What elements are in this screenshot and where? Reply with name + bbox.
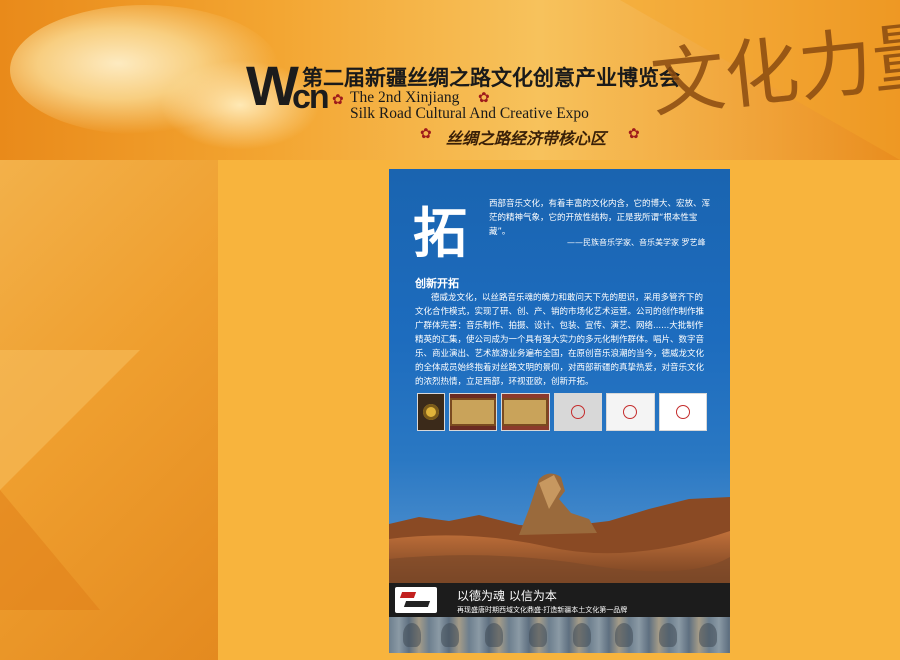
award-plaque-image (501, 393, 550, 431)
poster-body-text: 德威龙文化，以丝路音乐魂的魄力和敢问天下先的胆识，采用多管齐下的文化合作模式，实… (415, 293, 705, 387)
decorative-triangle (0, 350, 140, 490)
decorative-triangle (0, 490, 100, 610)
poster-footer-bar: 以德为魂 以信为本 再现盛唐时期西域文化鼎盛·打造新疆本土文化第一品牌 (389, 583, 730, 617)
desert-landscape-image (389, 473, 730, 589)
flower-icon: ✿ (478, 90, 490, 106)
flower-icon: ✿ (332, 92, 344, 108)
left-background-panel (0, 160, 218, 660)
poster-section-title: 创新开拓 (415, 277, 459, 290)
certificate-row (417, 393, 707, 433)
poster-quote: 西部音乐文化，有着丰富的文化内含，它的博大、宏放、浑茫的精神气象，它的开放性结构… (489, 199, 711, 237)
expo-header-banner: W cn 第二届新疆丝绸之路文化创意产业博览会 ✿ The 2nd Xinjia… (0, 0, 900, 160)
expo-logo-letter: W (246, 54, 299, 117)
certificate-image (553, 393, 603, 431)
certificate-image (658, 393, 707, 431)
award-plaque-image (448, 393, 498, 431)
certificate-image (606, 393, 655, 431)
flower-icon: ✿ (420, 126, 432, 142)
company-logo (395, 587, 437, 613)
poster-quote-attribution: ——民族音乐学家、音乐美学家 罗艺峰 (567, 238, 706, 247)
company-poster: 拓 西部音乐文化，有着丰富的文化内含，它的博大、宏放、浑茫的精神气象，它的开放性… (389, 169, 730, 653)
mural-strip-image (389, 617, 730, 653)
award-medal-image (417, 393, 445, 431)
flower-icon: ✿ (628, 126, 640, 142)
expo-title-english-line2: Silk Road Cultural And Creative Expo (350, 105, 589, 122)
expo-subtitle: 丝绸之路经济带核心区 (446, 129, 607, 148)
company-motto: 以德为魂 以信为本 (457, 589, 557, 603)
poster-headline-character: 拓 (413, 201, 467, 265)
expo-title-chinese: 第二届新疆丝绸之路文化创意产业博览会 (302, 66, 680, 90)
company-slogan: 再现盛唐时期西域文化鼎盛·打造新疆本土文化第一品牌 (457, 606, 628, 614)
